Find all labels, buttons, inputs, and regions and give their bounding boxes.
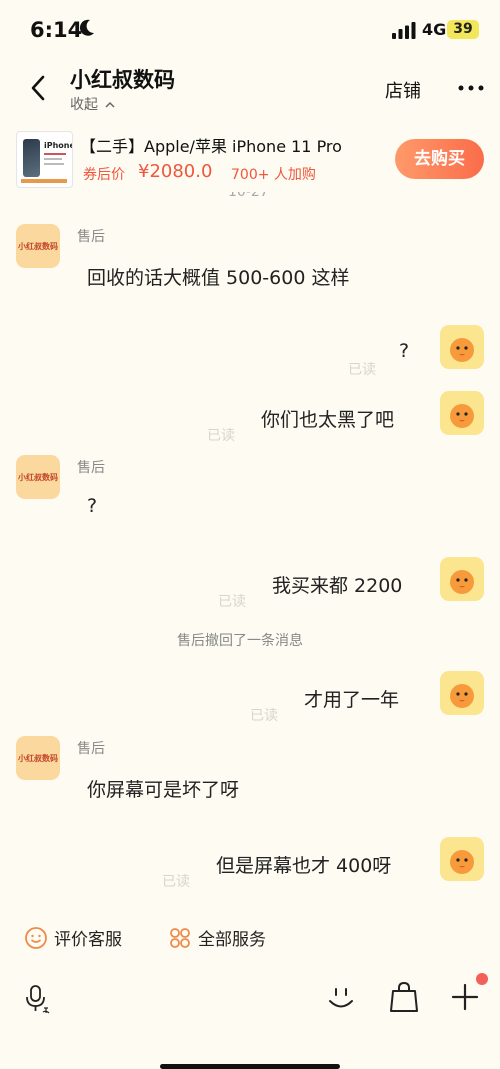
notification-dot (476, 973, 488, 985)
read-status: 已读 (348, 362, 376, 378)
chat-title: 小红叔数码 (70, 68, 175, 92)
seller-avatar-label: 小红叔数码 (18, 472, 58, 482)
product-image-label: iPhone (44, 141, 73, 150)
seller-avatar[interactable]: 小红叔数码 (16, 455, 60, 499)
seller-avatar[interactable]: 小红叔数码 (16, 736, 60, 780)
seller-avatar-label: 小红叔数码 (18, 241, 58, 251)
plus-icon[interactable] (450, 982, 480, 1012)
timestamp-cut: 10-27 (228, 192, 272, 202)
read-status: 已读 (250, 708, 278, 724)
buy-button[interactable]: 去购买 (395, 139, 484, 179)
seller-name: 售后 (77, 460, 105, 476)
product-image[interactable]: iPhone (16, 131, 73, 188)
message-text[interactable]: 回收的话大概值 500-600 这样 (87, 263, 349, 290)
message-text[interactable]: ? (87, 495, 97, 517)
chick-icon (450, 570, 474, 594)
home-indicator[interactable] (160, 1064, 340, 1069)
read-status: 已读 (207, 428, 235, 444)
price-label: 券后价 (83, 167, 125, 183)
image-decor-bar (21, 179, 67, 183)
read-status: 已读 (218, 594, 246, 610)
user-avatar[interactable] (440, 325, 484, 369)
seller-name: 售后 (77, 229, 105, 245)
buyers-count: 700+ 人加购 (231, 167, 316, 183)
network-type: 4G (422, 20, 447, 39)
services-grid-icon (170, 927, 190, 948)
emoji-icon[interactable] (326, 983, 356, 1013)
message-text[interactable]: 才用了一年 (304, 685, 399, 712)
signal-icon (392, 22, 416, 39)
smile-icon (25, 926, 47, 949)
all-services-button[interactable]: 全部服务 (168, 925, 266, 950)
shopping-bag-icon[interactable] (388, 980, 420, 1014)
status-time: 6:14 (30, 18, 83, 42)
user-avatar[interactable] (440, 837, 484, 881)
read-status: 已读 (162, 874, 190, 890)
product-title[interactable]: 【二手】Apple/苹果 iPhone 11 Pro (80, 133, 342, 157)
product-price: ¥2080.0 (138, 161, 213, 182)
chick-icon (450, 850, 474, 874)
battery-indicator: 39 (447, 20, 479, 39)
message-text[interactable]: ? (399, 340, 409, 362)
message-text[interactable]: 我买来都 2200 (272, 571, 402, 598)
collapse-label: 收起 (70, 97, 98, 113)
message-text[interactable]: 你屏幕可是坏了呀 (87, 775, 239, 802)
image-decor-line (44, 153, 66, 155)
seller-avatar-label: 小红叔数码 (18, 753, 58, 763)
rate-service-button[interactable]: 评价客服 (24, 925, 122, 950)
chick-icon (450, 404, 474, 428)
user-avatar[interactable] (440, 391, 484, 435)
chick-icon (450, 684, 474, 708)
message-text[interactable]: 但是屏幕也才 400呀 (216, 851, 391, 878)
chevron-up-icon (105, 101, 115, 108)
image-decor-line (44, 158, 62, 160)
back-arrow-icon[interactable] (24, 72, 54, 104)
timestamp-text: 10-27 (228, 192, 269, 200)
chick-icon (450, 338, 474, 362)
seller-avatar[interactable]: 小红叔数码 (16, 224, 60, 268)
system-message: 售后撤回了一条消息 (177, 633, 303, 649)
all-services-label: 全部服务 (198, 930, 266, 950)
seller-name: 售后 (77, 741, 105, 757)
image-decor-line (44, 163, 64, 165)
rate-service-label: 评价客服 (54, 930, 122, 950)
user-avatar[interactable] (440, 671, 484, 715)
more-icon[interactable] (456, 78, 486, 98)
user-avatar[interactable] (440, 557, 484, 601)
phone-image (23, 139, 40, 177)
shop-button[interactable]: 店铺 (385, 77, 421, 103)
collapse-button[interactable]: 收起 (70, 94, 116, 114)
moon-icon (79, 19, 94, 36)
voice-input-icon[interactable] (24, 984, 54, 1014)
message-text[interactable]: 你们也太黑了吧 (261, 405, 394, 432)
